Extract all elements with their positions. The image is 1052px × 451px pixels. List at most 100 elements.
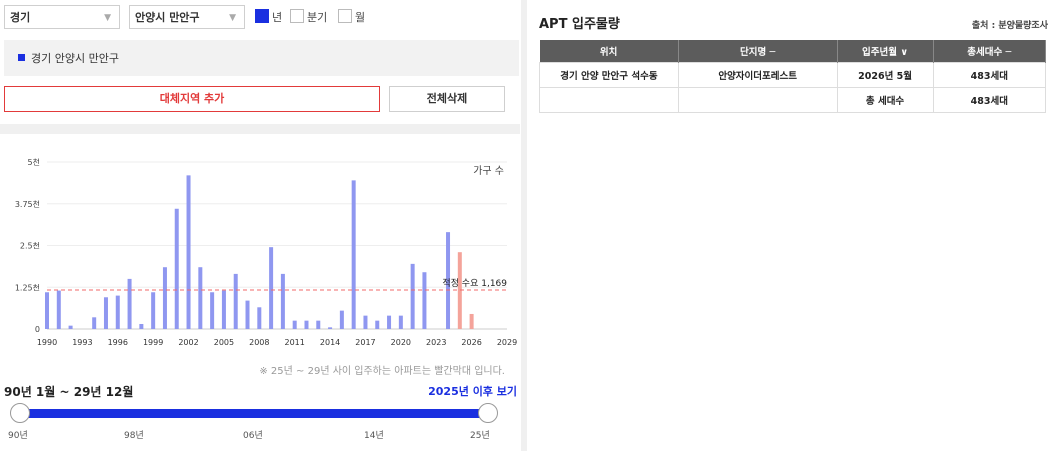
slider-tick: 90년 (8, 431, 28, 441)
x-tick-label: 2017 (355, 338, 375, 347)
region-marker-icon (18, 54, 25, 61)
add-alternative-region-button[interactable]: 대체지역 추가 (4, 86, 380, 112)
month-checkbox-label: 월 (355, 11, 366, 24)
quarter-checkbox-label: 분기 (307, 11, 328, 24)
y-tick-label: 1.25천 (15, 282, 40, 292)
year-checkbox[interactable] (255, 9, 269, 23)
bar (304, 320, 309, 329)
y-tick-label: 2.5천 (20, 241, 40, 251)
x-tick-label: 1996 (108, 338, 128, 347)
cell-empty (677, 87, 838, 113)
bar (269, 247, 274, 329)
x-tick-label: 2011 (285, 338, 305, 347)
district-select[interactable]: 안양시 만안구 ▼ (129, 5, 245, 29)
view-after-2025-link[interactable]: 2025년 이후 보기 (428, 383, 517, 399)
district-value: 안양시 만안구 (135, 11, 200, 24)
bar (103, 297, 108, 329)
chevron-down-icon: ▼ (229, 13, 236, 23)
column-move-in-date[interactable]: 입주년월 ∨ (837, 40, 934, 63)
source-label: 출처 : 분양물량조사 (971, 21, 1048, 31)
left-panel: 경기 ▼ 안양시 만안구 ▼ 년 분기 월 경기 안양시 만안구 대체지역 추가… (0, 0, 520, 451)
table-header-row: 위치 단지명 ─ 입주년월 ∨ 총세대수 ─ (539, 40, 1047, 63)
bar (328, 327, 333, 329)
column-location[interactable]: 위치 (539, 40, 679, 63)
selected-region: 경기 안양시 만안구 (4, 40, 519, 76)
delete-all-button[interactable]: 전체삭제 (389, 86, 505, 112)
x-tick-label: 2008 (249, 338, 269, 347)
bar (410, 263, 415, 329)
section-divider (0, 124, 520, 134)
threshold-label: 적정 수요 1,169 (442, 277, 507, 289)
column-complex-name[interactable]: 단지명 ─ (678, 40, 838, 63)
bar (68, 325, 73, 329)
period-slider-track[interactable] (20, 409, 488, 418)
province-select[interactable]: 경기 ▼ (4, 5, 120, 29)
y-tick-label: 5천 (28, 157, 40, 167)
bar (186, 175, 191, 329)
bar (387, 315, 392, 329)
bar (316, 320, 321, 329)
x-tick-label: 1990 (37, 338, 57, 347)
year-checkbox-label: 년 (272, 11, 283, 24)
bar (351, 180, 356, 329)
quarter-checkbox[interactable] (290, 9, 304, 23)
bar (221, 290, 226, 329)
right-panel: APT 입주물량 출처 : 분양물량조사 위치 단지명 ─ 입주년월 ∨ 총세대… (527, 0, 1052, 451)
bar (127, 278, 132, 329)
cell-location: 경기 안양 만안구 석수동 (539, 62, 679, 88)
slider-tick: 14년 (364, 431, 384, 441)
bar (139, 323, 144, 329)
period-slider-start-handle[interactable] (10, 403, 30, 423)
x-tick-label: 2026 (461, 338, 481, 347)
bar-chart-svg: 0 1.25천 2.5천 3.75천 5천 1990 1993 1996 1999 2002 200… (15, 157, 517, 347)
bar (280, 273, 285, 329)
apt-table: 위치 단지명 ─ 입주년월 ∨ 총세대수 ─ 경기 안양 만안구 석수동 안양자… (539, 40, 1047, 113)
chart-note: ※ 25년 ~ 29년 사이 입주하는 아파트는 빨간막대 입니다. (259, 366, 505, 377)
bar (151, 292, 156, 329)
x-tick-label: 2005 (214, 338, 234, 347)
bar (210, 292, 215, 329)
table-total-row: 총 세대수 483세대 (539, 87, 1047, 113)
bar (422, 272, 427, 329)
slider-tick: 98년 (124, 431, 144, 441)
legend-label: 가구 수 (473, 165, 504, 177)
y-tick-label: 3.75천 (15, 199, 40, 209)
bar (174, 208, 179, 329)
bar (92, 317, 97, 329)
x-tick-label: 2020 (391, 338, 411, 347)
x-tick-label: 1999 (143, 338, 163, 347)
bar (363, 315, 368, 329)
bar (398, 315, 403, 329)
month-checkbox[interactable] (338, 9, 352, 23)
bar (56, 290, 61, 329)
province-value: 경기 (10, 11, 31, 24)
bar (469, 313, 474, 329)
slider-tick: 06년 (243, 431, 263, 441)
x-tick-label: 1993 (72, 338, 92, 347)
apt-title: APT 입주물량 (539, 17, 620, 32)
bar (375, 320, 380, 329)
period-slider-end-handle[interactable] (478, 403, 498, 423)
x-tick-label: 2002 (178, 338, 198, 347)
cell-total-value: 483세대 (932, 87, 1047, 113)
bar (292, 320, 297, 329)
region-label: 경기 안양시 만안구 (31, 52, 119, 65)
bar (339, 310, 344, 329)
table-row[interactable]: 경기 안양 만안구 석수동 안양자이더포레스트 2026년 5월 483세대 (539, 62, 1047, 88)
cell-total-units: 483세대 (932, 62, 1047, 88)
cell-empty (539, 87, 679, 113)
bar (457, 252, 462, 329)
bar (115, 295, 120, 329)
column-total-units[interactable]: 총세대수 ─ (933, 40, 1047, 63)
cell-total-label: 총 세대수 (836, 87, 934, 113)
cell-complex-name: 안양자이더포레스트 (677, 62, 838, 88)
slider-tick: 25년 (470, 431, 490, 441)
bar (233, 273, 238, 329)
chevron-down-icon: ▼ (104, 13, 111, 23)
x-tick-label: 2014 (320, 338, 340, 347)
bar (45, 292, 49, 329)
period-label: 90년 1월 ~ 29년 12월 (4, 385, 134, 399)
supply-chart: 0 1.25천 2.5천 3.75천 5천 1990 1993 1996 1999 2002 200… (0, 138, 520, 378)
x-tick-label: 2023 (426, 338, 446, 347)
bar (245, 300, 250, 329)
